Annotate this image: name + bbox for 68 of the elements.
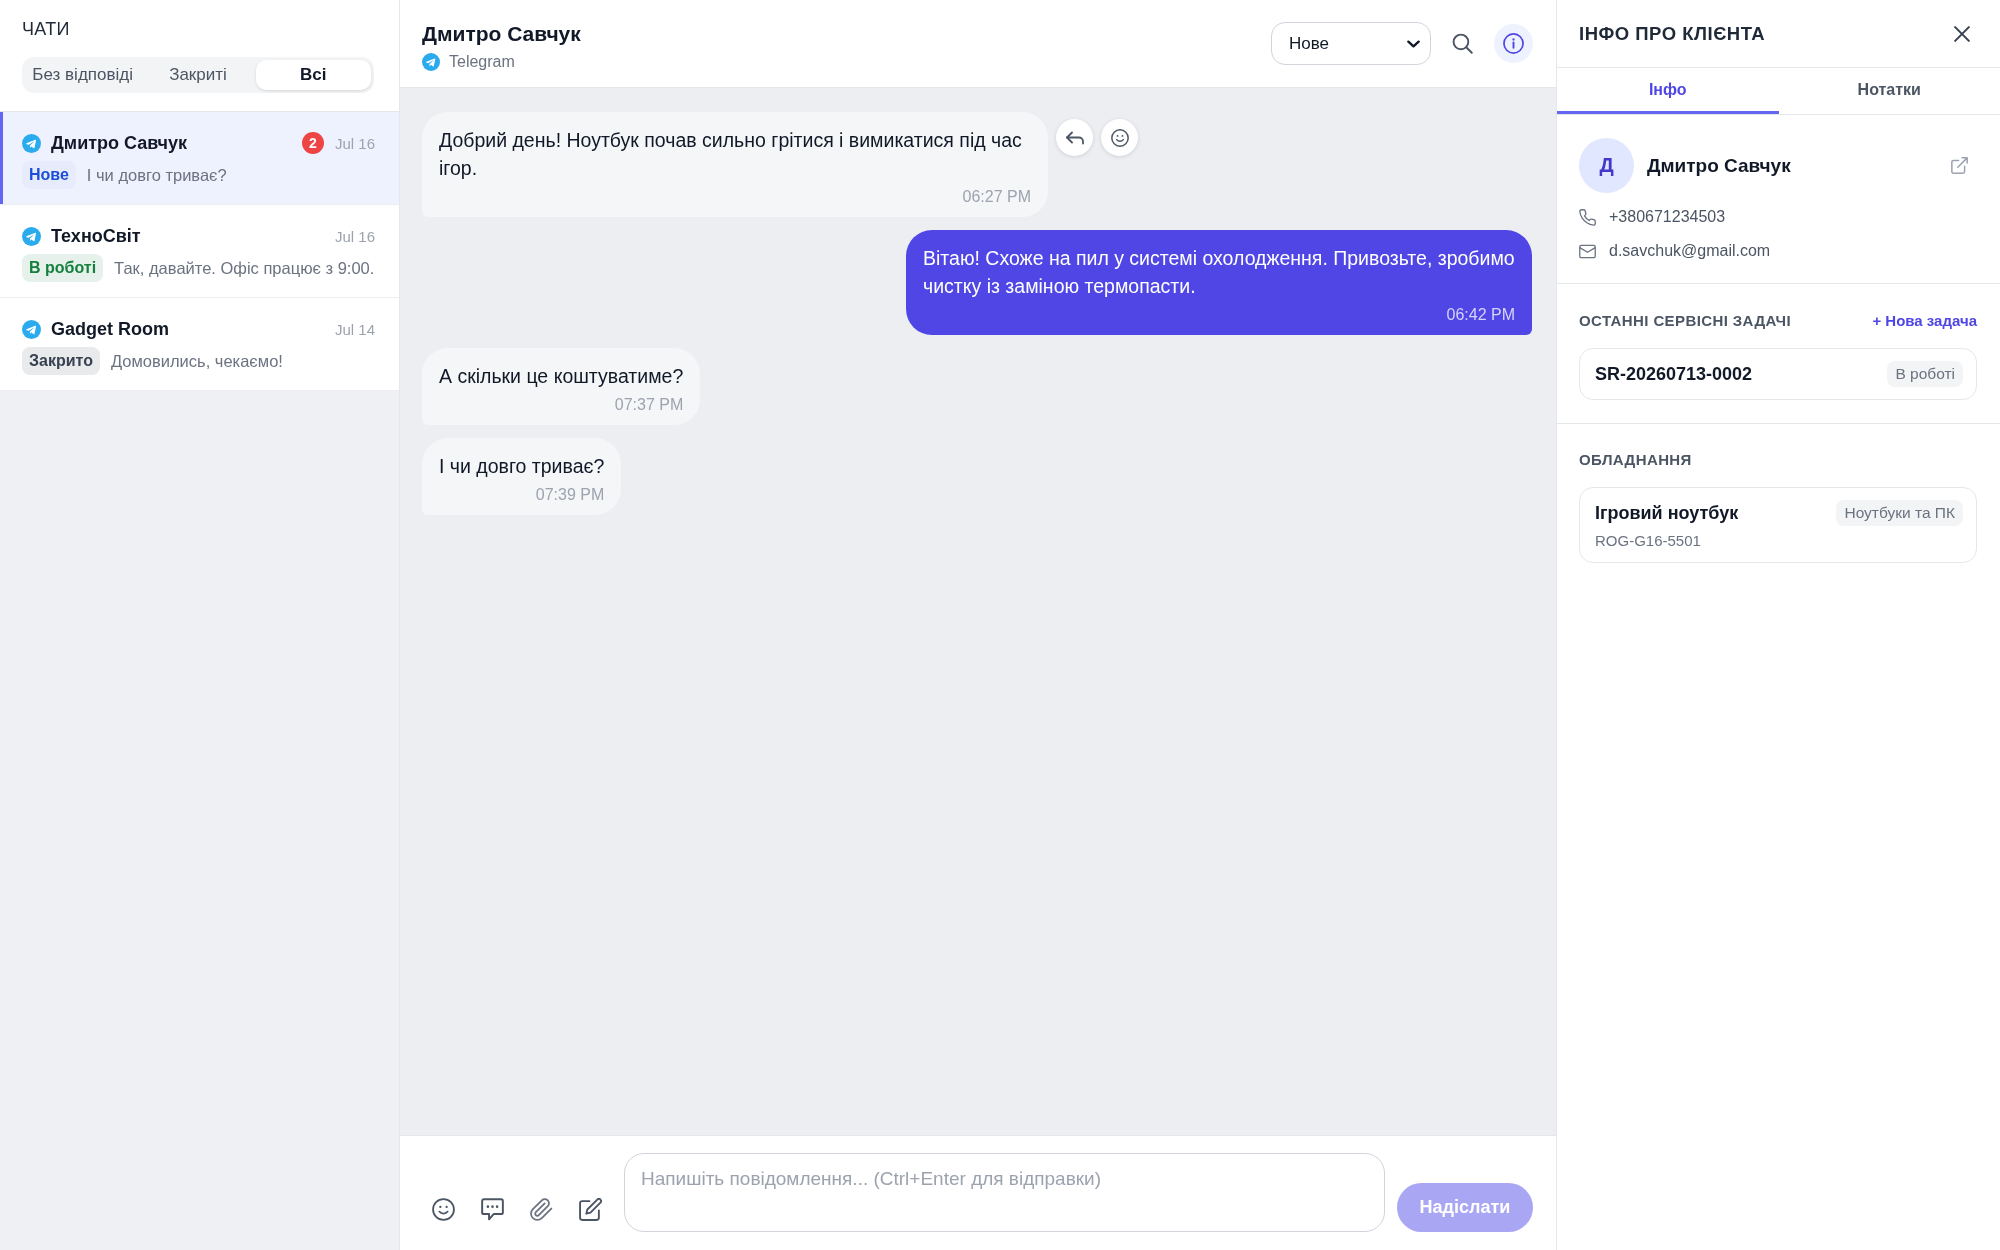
serial-number: ROG-G16-5501 (1595, 531, 1702, 551)
message-time: 06:27 PM (961, 187, 1031, 207)
section-title: ОСТАННІ СЕРВІСНІ ЗАДАЧІ (1579, 311, 1792, 329)
status-tag: Нове (22, 161, 76, 189)
email-address: d.savchuk@gmail.com (1609, 241, 1771, 261)
reaction-button[interactable] (1101, 119, 1138, 156)
contact-name: ТехноСвіт (51, 225, 142, 247)
message-preview: Так, давайте. Офіс працює з 9:00. (114, 258, 375, 278)
reply-button[interactable] (1056, 119, 1093, 156)
edit-icon[interactable] (579, 1198, 602, 1221)
phone-number: +380671234503 (1609, 207, 1726, 227)
reply-arrow-icon (1065, 129, 1084, 146)
new-task-link[interactable]: + Нова задача (1872, 311, 1977, 329)
contact-name: Gadget Room (51, 318, 170, 340)
search-icon[interactable] (1452, 33, 1473, 54)
telegram-icon (22, 133, 41, 153)
telegram-icon (422, 52, 440, 71)
message-time: 07:37 PM (613, 395, 684, 415)
info-icon (1503, 33, 1524, 54)
channel-name: Telegram (449, 51, 515, 72)
panel-tab[interactable]: Нотатки (1778, 68, 2000, 114)
chat-item[interactable]: Gadget Room Jul 14 Закрито Домовились, чекаємо! (0, 298, 399, 391)
message-time: 06:42 PM (1445, 305, 1515, 325)
phone-icon (1579, 208, 1596, 226)
close-icon[interactable] (1954, 25, 1970, 42)
equipment-card[interactable]: Ігровий ноутбук Ноутбуки та ПК ROG-G16-5501 (1579, 487, 1977, 563)
mail-icon (1579, 242, 1596, 260)
chat-date: Jul 14 (334, 320, 375, 338)
message-preview: Домовились, чекаємо! (110, 351, 283, 371)
filter-tab[interactable]: Всі (255, 60, 371, 90)
filter-tab[interactable]: Закриті (140, 60, 256, 90)
sidebar-title: ЧАТИ (22, 18, 71, 40)
message-input[interactable]: Напишіть повідомлення... (Ctrl+Enter для відправки) (624, 1153, 1385, 1232)
avatar: Д (1579, 138, 1634, 193)
unread-count: 2 (301, 132, 324, 154)
info-button[interactable] (1494, 24, 1533, 63)
status-tag: В роботі (22, 254, 104, 282)
status-tag: Закрито (22, 347, 100, 375)
message-text: Вітаю! Схоже на пил у системі охолодження. Привозьте, зробимо чистку із заміною термопасти. (923, 246, 1515, 299)
status-tag: В роботі (1887, 361, 1963, 387)
section-title: ОБЛАДНАННЯ (1579, 450, 1692, 468)
smiley-icon[interactable] (432, 1198, 455, 1221)
panel-title: ІНФО ПРО КЛІЄНТА (1579, 22, 1766, 45)
status-select[interactable]: Нове (1271, 22, 1431, 65)
telegram-icon (22, 226, 41, 246)
chat-date: Jul 16 (334, 227, 375, 245)
message-text: Добрий день! Ноутбук почав сильно грітися і вимикатися під час ігор. (439, 128, 1023, 181)
chat-item[interactable]: ТехноСвіт Jul 16 В роботі Так, давайте. Офіс працює з 9:00. (0, 205, 399, 298)
equipment-name: Ігровий ноутбук (1595, 502, 1739, 525)
chat-item[interactable]: Дмитро Савчук 2 Jul 16 Нове І чи довго триває? (0, 112, 399, 205)
message-text: І чи довго триває? (439, 454, 605, 479)
message-preview: І чи довго триває? (86, 165, 227, 185)
chat-bubble-icon[interactable] (481, 1198, 504, 1221)
panel-tab[interactable]: Інфо (1557, 68, 1779, 114)
message-time: 07:39 PM (534, 485, 605, 505)
telegram-icon (22, 319, 41, 339)
category-tag: Ноутбуки та ПК (1836, 500, 1963, 526)
chevron-down-icon (1407, 39, 1420, 48)
smiley-icon (1110, 128, 1129, 147)
filter-tab[interactable]: Без відповіді (25, 60, 141, 90)
task-id: SR-20260713-0002 (1595, 363, 1753, 385)
client-name: Дмитро Савчук (1647, 154, 1792, 177)
message-text: А скільки це коштуватиме? (439, 364, 684, 389)
task-card[interactable]: SR-20260713-0002 В роботі (1579, 348, 1977, 400)
paperclip-icon[interactable] (530, 1198, 553, 1221)
contact-name: Дмитро Савчук (51, 132, 189, 154)
chat-date: Jul 16 (334, 134, 375, 152)
chat-title: Дмитро Савчук (422, 20, 581, 47)
